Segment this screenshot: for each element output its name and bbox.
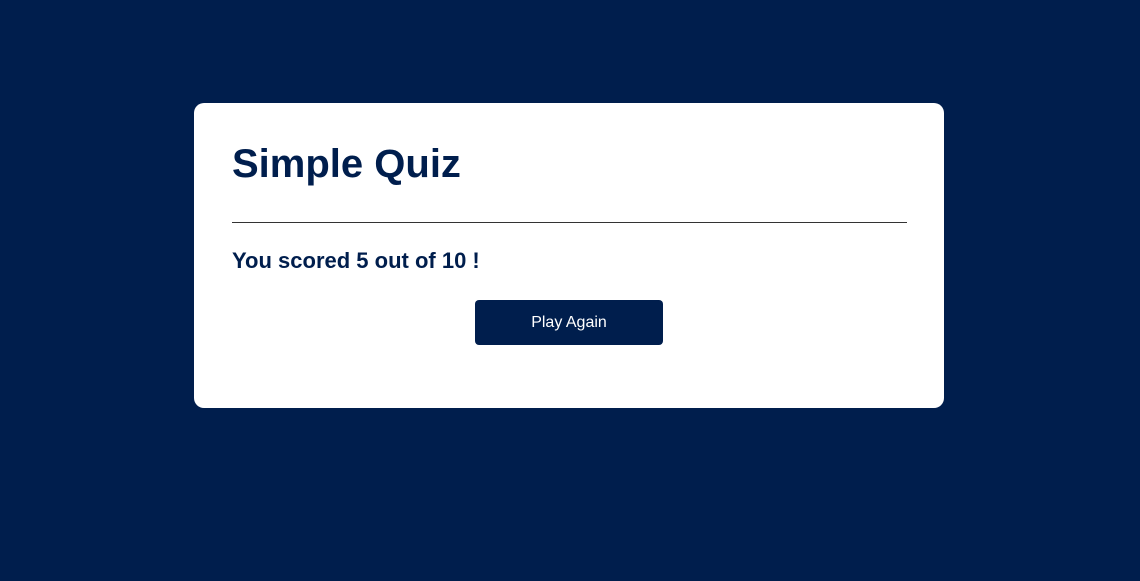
title-divider	[232, 222, 907, 223]
score-result: You scored 5 out of 10 !	[232, 248, 480, 273]
quiz-card: Simple Quiz You scored 5 out of 10 ! Pla…	[194, 103, 944, 408]
quiz-title: Simple Quiz	[232, 142, 461, 186]
play-again-button[interactable]: Play Again	[475, 300, 663, 345]
page: Simple Quiz You scored 5 out of 10 ! Pla…	[0, 0, 1140, 581]
